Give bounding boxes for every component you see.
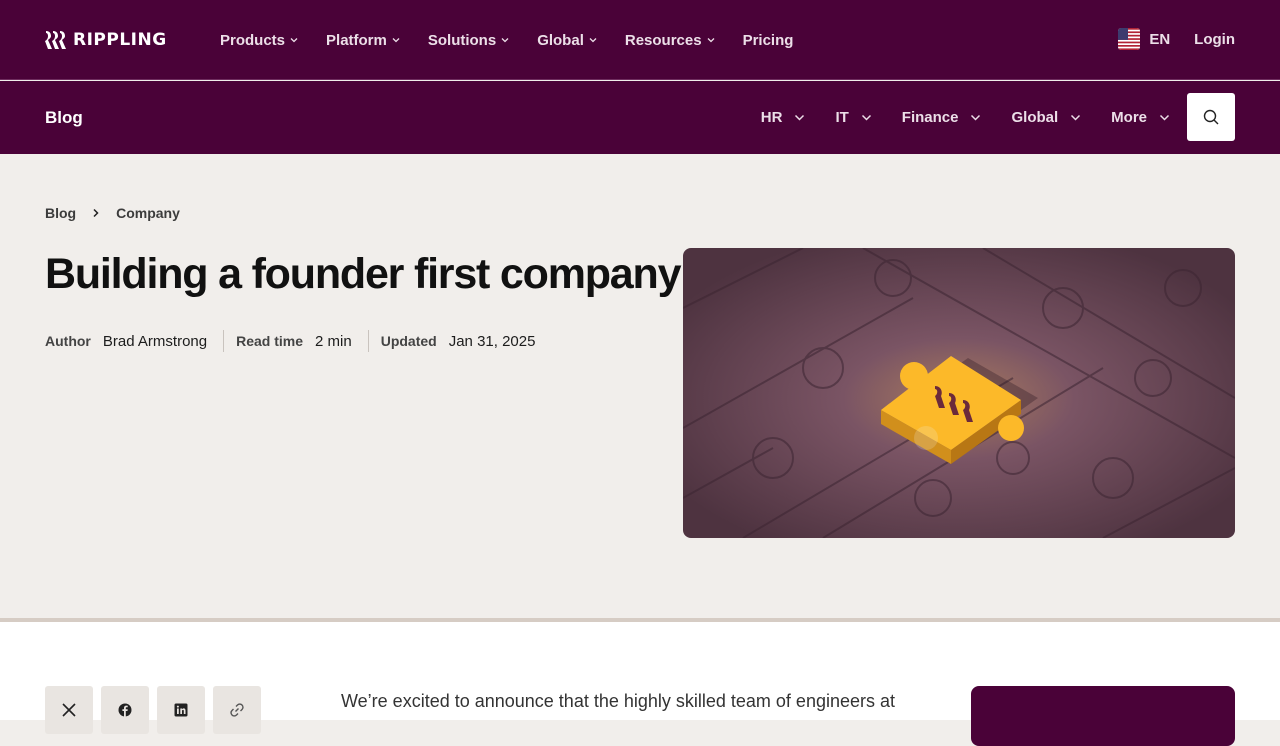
search-button[interactable] <box>1187 93 1235 141</box>
article-paragraph: We’re excited to announce that the highl… <box>341 691 896 711</box>
blog-subnav: Blog HR IT Finance Global More <box>0 81 1280 154</box>
breadcrumb: Blog Company <box>45 205 180 221</box>
language-selector[interactable]: EN <box>1149 31 1170 48</box>
sidebar-cta-card[interactable] <box>971 686 1235 746</box>
x-logo-icon <box>62 703 76 717</box>
nav-pricing[interactable]: Pricing <box>743 29 794 51</box>
login-link[interactable]: Login <box>1194 31 1235 48</box>
breadcrumb-blog[interactable]: Blog <box>45 205 76 221</box>
nav-products[interactable]: Products <box>220 29 298 51</box>
top-navigation: RIPPLING Products Platform Solutions Glo… <box>0 0 1280 80</box>
post-meta: Author Brad Armstrong Read time 2 min Up… <box>45 330 535 352</box>
meta-divider <box>223 330 225 352</box>
chevron-down-icon <box>290 38 298 43</box>
share-linkedin-button[interactable] <box>157 686 205 734</box>
chevron-down-icon <box>501 38 509 43</box>
readtime-value: 2 min <box>315 332 352 350</box>
page-title: Building a founder first company <box>45 250 682 298</box>
subnav-global-label: Global <box>1011 108 1059 126</box>
subnav-hr-label: HR <box>760 108 783 126</box>
nav-products-label: Products <box>220 31 286 49</box>
link-icon <box>230 703 244 717</box>
updated-label: Updated <box>380 333 437 349</box>
nav-right: EN Login <box>1118 28 1235 50</box>
nav-platform-label: Platform <box>326 31 387 49</box>
chevron-down-icon <box>1071 114 1081 121</box>
chevron-down-icon <box>971 114 981 121</box>
nav-global[interactable]: Global <box>537 29 597 51</box>
readtime-label: Read time <box>236 333 304 349</box>
blog-categories: HR IT Finance Global More <box>731 107 1170 127</box>
subnav-global[interactable]: Global <box>1011 107 1081 127</box>
subnav-more-label: More <box>1111 108 1147 126</box>
subnav-more[interactable]: More <box>1111 107 1170 127</box>
chevron-down-icon <box>392 38 400 43</box>
share-x-button[interactable] <box>45 686 93 734</box>
article-body: We’re excited to announce that the highl… <box>0 622 1280 746</box>
subnav-finance-label: Finance <box>901 108 959 126</box>
nav-resources-label: Resources <box>624 31 702 49</box>
us-flag-icon[interactable] <box>1118 28 1141 50</box>
chevron-down-icon <box>861 114 871 121</box>
rippling-logo[interactable]: RIPPLING <box>45 28 167 52</box>
subnav-it[interactable]: IT <box>835 107 871 127</box>
search-icon <box>1203 109 1219 125</box>
puzzle-illustration <box>683 248 1235 538</box>
nav-resources[interactable]: Resources <box>625 29 715 51</box>
author-name[interactable]: Brad Armstrong <box>103 333 207 350</box>
nav-solutions-label: Solutions <box>427 31 497 49</box>
nav-platform[interactable]: Platform <box>326 29 400 51</box>
breadcrumb-company[interactable]: Company <box>116 205 180 221</box>
chevron-down-icon <box>589 38 597 43</box>
meta-divider <box>367 330 369 352</box>
share-buttons <box>45 686 261 734</box>
nav-pricing-label: Pricing <box>742 31 794 49</box>
author-label: Author <box>45 333 91 349</box>
nav-global-label: Global <box>537 31 584 49</box>
copy-link-button[interactable] <box>213 686 261 734</box>
rippling-logo-icon <box>45 31 66 49</box>
chevron-down-icon <box>1159 114 1170 121</box>
updated-date: Jan 31, 2025 <box>448 332 536 350</box>
post-hero: Blog Company Building a founder first co… <box>0 154 1280 618</box>
chevron-down-icon <box>795 114 805 121</box>
blog-home-link[interactable]: Blog <box>45 108 83 128</box>
chevron-right-icon <box>93 208 99 218</box>
subnav-it-label: IT <box>835 108 849 126</box>
share-facebook-button[interactable] <box>101 686 149 734</box>
linkedin-icon <box>174 703 188 717</box>
nav-solutions[interactable]: Solutions <box>428 29 509 51</box>
subnav-finance[interactable]: Finance <box>902 107 982 127</box>
brand-name: RIPPLING <box>73 30 167 50</box>
hero-image <box>683 248 1235 538</box>
subnav-hr[interactable]: HR <box>761 107 806 127</box>
main-menu: Products Platform Solutions Global Resou… <box>220 29 821 51</box>
chevron-down-icon <box>707 38 715 43</box>
facebook-icon <box>118 703 132 717</box>
